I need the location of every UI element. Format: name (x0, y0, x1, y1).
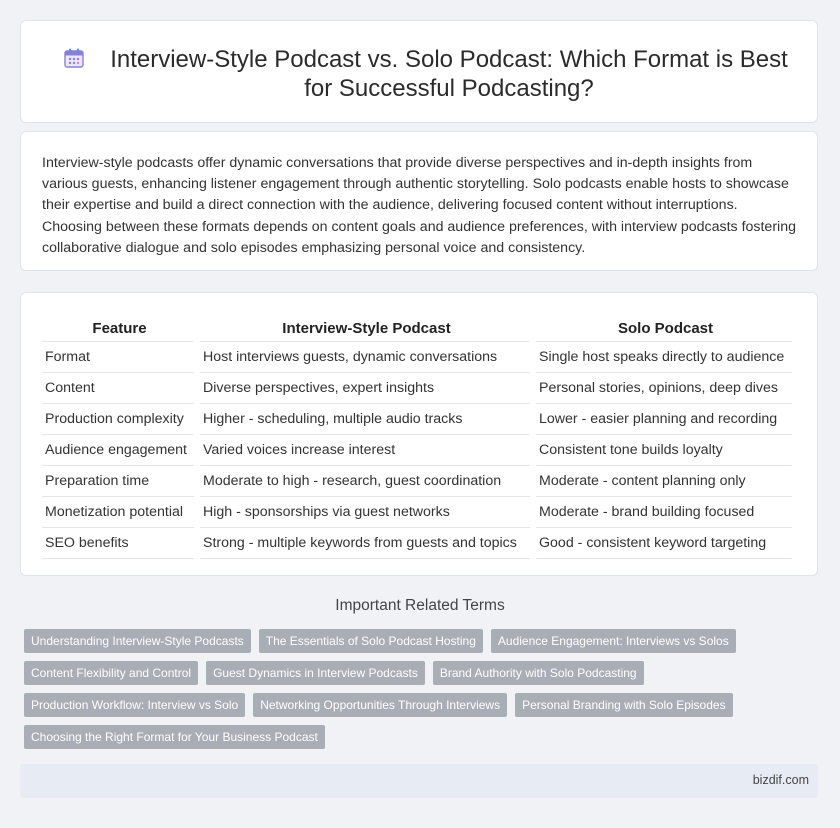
header-card: Interview-Style Podcast vs. Solo Podcast… (20, 20, 818, 123)
tag-row: Content Flexibility and Control Guest Dy… (24, 661, 824, 685)
related-term-tag[interactable]: Audience Engagement: Interviews vs Solos (490, 629, 736, 653)
table-row: Content Diverse perspectives, expert ins… (42, 373, 792, 404)
interview-cell: Varied voices increase interest (200, 435, 530, 466)
interview-cell: High - sponsorships via guest networks (200, 497, 530, 528)
tag-row: Understanding Interview-Style Podcasts T… (24, 629, 824, 653)
solo-cell: Single host speaks directly to audience (536, 342, 792, 373)
related-term-tag[interactable]: Content Flexibility and Control (24, 661, 199, 685)
solo-cell: Personal stories, opinions, deep dives (536, 373, 792, 404)
related-term-tag[interactable]: The Essentials of Solo Podcast Hosting (258, 629, 483, 653)
comparison-table: Feature Interview-Style Podcast Solo Pod… (36, 313, 798, 559)
interview-cell: Higher - scheduling, multiple audio trac… (200, 404, 530, 435)
related-term-tag[interactable]: Brand Authority with Solo Podcasting (432, 661, 644, 685)
intro-paragraph: Interview-style podcasts offer dynamic c… (42, 155, 796, 256)
interview-cell: Host interviews guests, dynamic conversa… (200, 342, 530, 373)
intro-card: Interview-style podcasts offer dynamic c… (20, 131, 818, 271)
table-row: Audience engagement Varied voices increa… (42, 435, 792, 466)
related-term-tag[interactable]: Choosing the Right Format for Your Busin… (24, 725, 325, 749)
table-row: Format Host interviews guests, dynamic c… (42, 342, 792, 373)
table-row: Production complexity Higher - schedulin… (42, 404, 792, 435)
column-header-interview: Interview-Style Podcast (200, 313, 530, 342)
interview-cell: Diverse perspectives, expert insights (200, 373, 530, 404)
interview-cell: Strong - multiple keywords from guests a… (200, 528, 530, 559)
feature-cell: Monetization potential (42, 497, 194, 528)
tag-row: Production Workflow: Interview vs Solo N… (24, 693, 824, 717)
solo-cell: Moderate - brand building focused (536, 497, 792, 528)
site-credit[interactable]: bizdif.com (753, 773, 809, 787)
feature-cell: SEO benefits (42, 528, 194, 559)
footer-bar: bizdif.com (20, 764, 818, 798)
related-term-tag[interactable]: Personal Branding with Solo Episodes (515, 693, 733, 717)
feature-cell: Preparation time (42, 466, 194, 497)
interview-cell: Moderate to high - research, guest coord… (200, 466, 530, 497)
table-row: Preparation time Moderate to high - rese… (42, 466, 792, 497)
related-terms-list: Understanding Interview-Style Podcasts T… (24, 629, 824, 757)
related-term-tag[interactable]: Understanding Interview-Style Podcasts (24, 629, 251, 653)
related-terms-heading: Important Related Terms (335, 597, 505, 614)
feature-cell: Format (42, 342, 194, 373)
solo-cell: Moderate - content planning only (536, 466, 792, 497)
page-title: Interview-Style Podcast vs. Solo Podcast… (110, 46, 788, 102)
tag-row: Choosing the Right Format for Your Busin… (24, 725, 824, 749)
comparison-card: Feature Interview-Style Podcast Solo Pod… (20, 292, 818, 576)
table-header-row: Feature Interview-Style Podcast Solo Pod… (42, 313, 792, 342)
calendar-icon (64, 48, 84, 68)
feature-cell: Audience engagement (42, 435, 194, 466)
feature-cell: Content (42, 373, 194, 404)
related-term-tag[interactable]: Networking Opportunities Through Intervi… (253, 693, 508, 717)
feature-cell: Production complexity (42, 404, 194, 435)
table-row: Monetization potential High - sponsorshi… (42, 497, 792, 528)
column-header-feature: Feature (42, 313, 194, 342)
solo-cell: Lower - easier planning and recording (536, 404, 792, 435)
related-term-tag[interactable]: Production Workflow: Interview vs Solo (24, 693, 246, 717)
solo-cell: Consistent tone builds loyalty (536, 435, 792, 466)
related-term-tag[interactable]: Guest Dynamics in Interview Podcasts (206, 661, 425, 685)
solo-cell: Good - consistent keyword targeting (536, 528, 792, 559)
column-header-solo: Solo Podcast (536, 313, 792, 342)
table-row: SEO benefits Strong - multiple keywords … (42, 528, 792, 559)
